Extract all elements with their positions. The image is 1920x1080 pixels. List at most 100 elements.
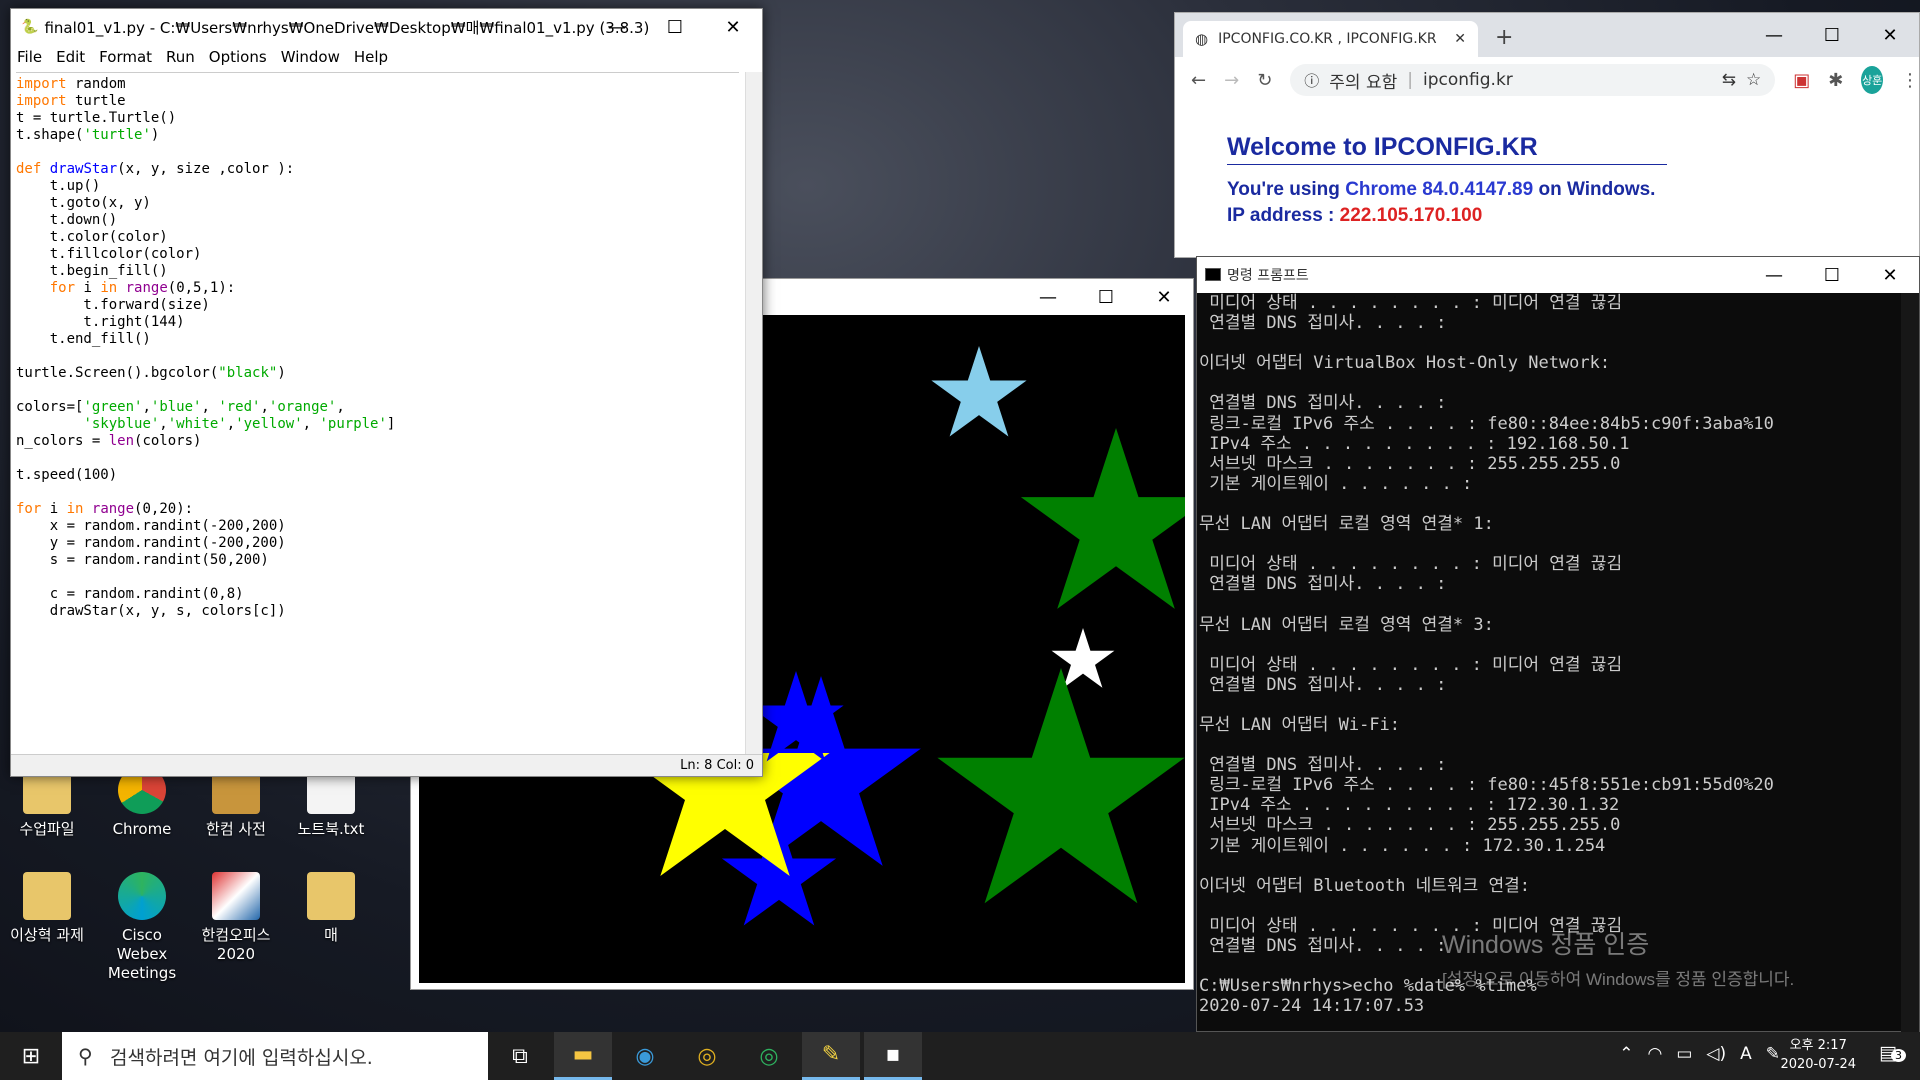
menu-edit[interactable]: Edit (56, 48, 85, 66)
ime-icon[interactable]: A (1740, 1044, 1752, 1064)
info-icon: ⓘ (1304, 71, 1320, 90)
cmd-line: 무선 LAN 어댑터 로컬 영역 연결* 3: (1199, 614, 1494, 635)
cmd-line (1199, 534, 1893, 554)
extensions-icon[interactable]: ✱ (1828, 70, 1843, 91)
cmd-line: IPv4 주소 . . . . . . . . . : 172.30.1.32 (1199, 795, 1620, 816)
cmd-line (1199, 494, 1893, 514)
maximize-icon[interactable]: ☐ (1077, 279, 1135, 315)
status-bar: Ln: 8 Col: 0 (11, 754, 762, 776)
cmd-line: 링크-로컬 IPv6 주소 . . . . : fe80::84ee:84b5:… (1199, 413, 1774, 434)
menu-run[interactable]: Run (166, 48, 195, 66)
idle-editor-window[interactable]: 🐍 final01_v1.py - C:₩Users₩nrhys₩OneDriv… (10, 8, 763, 777)
menu-dots-icon[interactable]: ⋮ (1901, 70, 1919, 91)
search-icon: ⚲ (78, 1044, 93, 1068)
minimize-icon[interactable]: — (1019, 279, 1077, 315)
cmd-line: 서브넷 마스크 . . . . . . . : 255.255.255.0 (1199, 453, 1621, 474)
cmd-line: 2020-07-24 14:17:07.53 (1199, 996, 1425, 1017)
file-explorer-icon[interactable]: ▬ (554, 1032, 612, 1080)
idle-titlebar[interactable]: 🐍 final01_v1.py - C:₩Users₩nrhys₩OneDriv… (11, 9, 762, 45)
minimize-icon[interactable]: — (1745, 257, 1803, 293)
minimize-icon[interactable]: — (1745, 13, 1803, 57)
task-view-icon[interactable]: ⧉ (491, 1032, 549, 1080)
page-heading: Welcome to IPCONFIG.KR (1227, 133, 1667, 165)
cmd-output[interactable]: 미디어 상태 . . . . . . . . : 미디어 연결 끊김 연결별 D… (1199, 293, 1893, 1033)
close-icon[interactable]: ✕ (1135, 279, 1193, 315)
cmd-line: 미디어 상태 . . . . . . . . : 미디어 연결 끊김 (1199, 554, 1623, 575)
idle-menubar: File Edit Format Run Options Window Help (11, 45, 762, 69)
browser-version: Chrome 84.0.4147.89 (1345, 179, 1534, 200)
menu-file[interactable]: File (17, 48, 42, 66)
separator: | (1407, 70, 1413, 90)
close-icon[interactable]: ✕ (704, 9, 762, 45)
clock[interactable]: 오후 2:17 2020-07-24 (1780, 1036, 1856, 1074)
system-tray: ⌃ ◠ ▭ ◁) A ✎ (1619, 1044, 1780, 1064)
back-icon[interactable]: ← (1191, 70, 1206, 91)
cmd-taskbar-icon[interactable]: ▪ (864, 1032, 922, 1080)
webex-taskbar-icon[interactable]: ◎ (740, 1032, 798, 1080)
python-idle-taskbar-icon[interactable]: ✎ (802, 1032, 860, 1080)
taskbar-search[interactable]: ⚲ 검색하려면 여기에 입력하십시오. (62, 1032, 488, 1080)
tray-chevron-icon[interactable]: ⌃ (1619, 1044, 1633, 1064)
close-icon[interactable]: ✕ (1861, 13, 1919, 57)
maximize-icon[interactable]: ☐ (1803, 13, 1861, 57)
menu-options[interactable]: Options (209, 48, 267, 66)
volume-icon[interactable]: ◁) (1706, 1044, 1726, 1064)
new-tab-button[interactable]: + (1495, 25, 1513, 50)
code-editor[interactable]: import random import turtle t = turtle.T… (16, 72, 739, 754)
maximize-icon[interactable]: ☐ (646, 9, 704, 45)
pdf-extension-icon[interactable]: ▣ (1793, 70, 1810, 91)
battery-icon[interactable]: ▭ (1676, 1044, 1692, 1064)
star-shape (1020, 428, 1185, 609)
forward-icon[interactable]: → (1224, 70, 1239, 91)
desktop-icon-assignment[interactable]: 이상혁 과제 (2, 872, 92, 945)
tab-close-icon[interactable]: ✕ (1454, 31, 1466, 47)
cmd-line: 무선 LAN 어댑터 로컬 영역 연결* 1: (1199, 514, 1494, 535)
desktop-icon-mae-folder[interactable]: 매 (286, 872, 376, 945)
cmd-line: 연결별 DNS 접미사. . . . : (1199, 574, 1447, 595)
cmd-titlebar[interactable]: 명령 프롬프트 — ☐ ✕ (1197, 257, 1919, 293)
notification-icon[interactable]: ▤3 (1879, 1042, 1906, 1064)
menu-window[interactable]: Window (281, 48, 340, 66)
translate-icon[interactable]: ⇆ (1722, 70, 1736, 90)
cmd-title: 명령 프롬프트 (1227, 268, 1309, 284)
edge-icon[interactable]: ◉ (616, 1032, 674, 1080)
profile-avatar[interactable]: 상훈 (1861, 66, 1883, 94)
cmd-line: 기본 게이트웨이 . . . . . . : (1199, 473, 1473, 494)
editor-scrollbar[interactable] (745, 72, 762, 754)
star-shape (931, 346, 1027, 437)
pen-icon[interactable]: ✎ (1766, 1044, 1780, 1064)
close-icon[interactable]: ✕ (1861, 257, 1919, 293)
notification-count: 3 (1891, 1049, 1906, 1062)
minimize-icon[interactable]: — (588, 9, 646, 45)
cmd-line (1199, 333, 1893, 353)
wifi-icon[interactable]: ◠ (1647, 1044, 1662, 1064)
desktop-icon-webex[interactable]: Cisco Webex Meetings (97, 872, 187, 983)
menu-help[interactable]: Help (354, 48, 388, 66)
folder-icon (23, 872, 71, 920)
cmd-line: 미디어 상태 . . . . . . . . : 미디어 연결 끊김 (1199, 293, 1623, 313)
cmd-line: 연결별 DNS 접미사. . . . : (1199, 313, 1447, 334)
desktop-icon-hancom-office[interactable]: 한컴오피스 2020 (191, 872, 281, 964)
tab-strip: ◍ IPCONFIG.CO.KR , IPCONFIG.KR ✕ + — ☐ ✕ (1175, 13, 1919, 57)
cmd-line (1199, 635, 1893, 655)
maximize-icon[interactable]: ☐ (1803, 257, 1861, 293)
address-bar[interactable]: ⓘ 주의 요함 | ipconfig.kr ⇆ ☆ (1290, 64, 1776, 96)
menu-format[interactable]: Format (99, 48, 152, 66)
tab-title: IPCONFIG.CO.KR , IPCONFIG.KR (1218, 31, 1437, 47)
using-prefix: You're using (1227, 179, 1346, 200)
cmd-line (1199, 735, 1893, 755)
chrome-window[interactable]: ◍ IPCONFIG.CO.KR , IPCONFIG.KR ✕ + — ☐ ✕… (1174, 12, 1920, 258)
reload-icon[interactable]: ↻ (1257, 70, 1272, 91)
cmd-scrollbar[interactable] (1901, 293, 1919, 1033)
cmd-line (1199, 594, 1893, 614)
start-button[interactable]: ⊞ (2, 1032, 60, 1080)
watermark-subtitle: [설정]으로 이동하여 Windows를 정품 인증합니다. (1442, 970, 1795, 989)
clock-time: 오후 2:17 (1789, 1038, 1847, 1053)
watermark-title: Windows 정품 인증 (1442, 931, 1650, 959)
command-prompt-window[interactable]: 명령 프롬프트 — ☐ ✕ 미디어 상태 . . . . . . . . : 미… (1196, 256, 1920, 1033)
bookmark-star-icon[interactable]: ☆ (1746, 70, 1761, 90)
chrome-taskbar-icon[interactable]: ◎ (678, 1032, 736, 1080)
using-suffix: on Windows. (1533, 179, 1656, 200)
cmd-line: 무선 LAN 어댑터 Wi-Fi: (1199, 714, 1401, 735)
tab-ipconfig[interactable]: ◍ IPCONFIG.CO.KR , IPCONFIG.KR ✕ (1183, 21, 1478, 57)
